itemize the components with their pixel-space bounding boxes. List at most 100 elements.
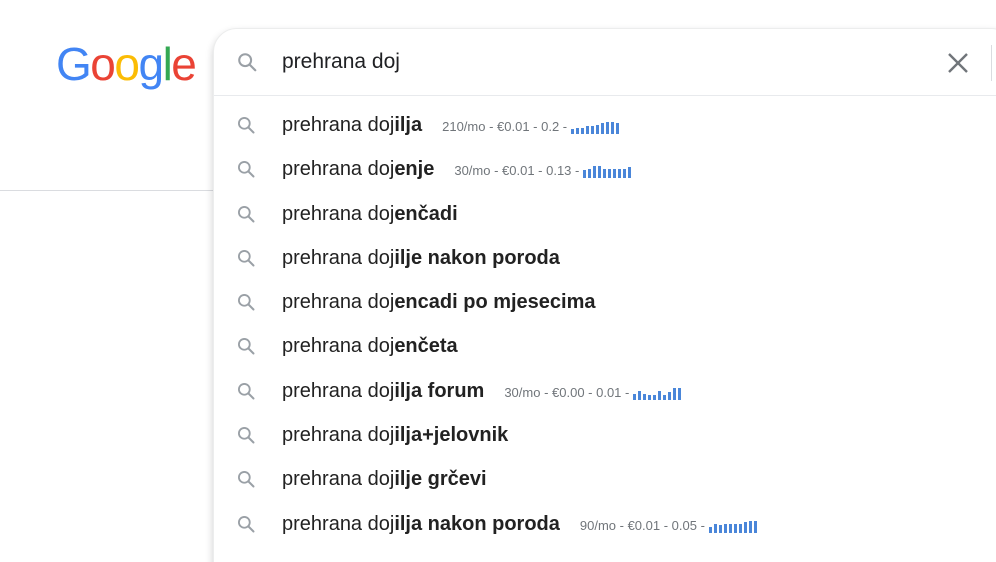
suggestion-completion: ilje grčevi [394,468,487,491]
suggestion-text: prehrana doj enčeta [282,335,458,358]
search-icon [236,115,256,135]
keyword-metrics: 30/mo - €0.00 - 0.01 - [504,385,683,400]
suggestion-item[interactable]: prehrana doj enčeta [214,324,996,368]
suggestion-prefix: prehrana doj [282,246,395,269]
trend-bar [713,523,717,533]
logo-letter: l [162,38,173,90]
keyword-metrics: 210/mo - €0.01 - 0.2 - [442,119,621,134]
trend-bar [591,126,595,134]
keyword-metrics-text: 30/mo - €0.01 - 0.13 - [454,163,580,179]
suggestion-item[interactable]: prehrana doj ilja forum 30/mo - €0.00 - 0.… [214,369,996,413]
trend-bar [733,523,737,533]
trend-bar [613,169,617,179]
trend-bar [606,122,610,134]
suggestion-item[interactable]: prehrana doj enčadi [214,192,996,236]
suggestion-text: prehrana doj enje 30/mo - €0.01 - 0.13 - [282,158,633,181]
trend-bar [723,523,727,533]
suggestion-item[interactable]: prehrana doj encadi po mjesecima [214,280,996,324]
keyword-metrics: 30/mo - €0.01 - 0.13 - [454,163,633,179]
trend-bar [571,129,575,134]
header-divider [0,190,230,191]
suggestion-text: prehrana doj enčadi [282,203,458,226]
trend-sparkline [708,520,757,533]
suggestion-item[interactable]: prehrana doj ilje nakon poroda [214,236,996,280]
logo-letter: g [138,38,164,90]
trend-bar [623,169,627,179]
search-box: prehrana dojilja210/mo - €0.01 - 0.2 -pr… [213,28,996,562]
trend-bar [668,391,672,400]
search-icon [236,248,256,268]
search-icon [236,469,256,489]
search-icon [236,159,256,179]
suggestion-prefix: prehrana doj [282,114,395,136]
keyword-metrics-text: 210/mo - €0.01 - 0.2 - [442,119,568,134]
suggestion-item[interactable]: prehrana doj ilja+jelovnik [214,413,996,457]
logo-letter: G [56,38,92,90]
trend-bar [601,123,605,134]
trend-bar [633,393,637,400]
close-icon[interactable] [944,49,972,77]
suggestion-prefix: prehrana doj [282,335,395,358]
search-icon [236,51,258,73]
suggestion-text: prehrana doj ilja 210/mo - €0.01 - 0.2 - [282,114,621,137]
trend-bar [608,169,612,179]
suggestion-item[interactable]: prehrana doj ilja 210/mo - €0.01 - 0.2 - [214,103,996,147]
suggestion-prefix: prehrana doj [282,158,395,181]
trend-bar [753,520,757,533]
trend-bar [588,169,592,179]
suggestion-item[interactable]: prehrana doj ilja nakon poroda 90/mo - €0.… [214,502,996,546]
trend-bar [576,128,580,134]
search-icon [236,381,256,401]
suggestion-completion: ilja nakon poroda [394,512,560,535]
suggestion-completion: ilja forum [394,379,485,402]
suggestion-completion: ilje nakon poroda [394,246,560,269]
trend-bar [738,523,742,533]
trend-bar [678,387,682,400]
suggestion-completion: ilja+jelovnik [394,424,509,447]
suggestion-completion: enčeta [394,335,458,358]
suggestion-prefix: prehrana doj [282,202,395,225]
divider [991,45,992,81]
trend-bar [581,128,585,134]
keyword-metrics: 90/mo - €0.01 - 0.05 - [580,518,759,533]
suggestion-prefix: prehrana doj [282,512,395,535]
suggestion-list: prehrana doj ilja 210/mo - €0.01 - 0.2 - pr… [214,103,996,546]
suggestion-completion: ilja [394,114,423,136]
trend-bar [643,393,647,400]
trend-bar [658,390,662,400]
trend-sparkline [583,166,632,179]
suggestion-text: prehrana doj ilje grčevi [282,468,487,491]
suggestion-text: prehrana doj ilja forum 30/mo - €0.00 - 0.… [282,380,683,403]
trend-bar [618,169,622,179]
suggestion-prefix: prehrana doj [282,379,395,402]
google-logo[interactable]: Google [56,38,197,90]
suggestion-completion: enčadi [394,202,458,225]
trend-bar [653,394,657,400]
logo-letter: o [114,38,140,90]
trend-bar [586,126,590,134]
trend-bar [673,387,677,400]
suggestion-completion: encadi po mjesecima [394,291,596,314]
suggestion-completion: enje [394,158,435,181]
trend-sparkline [571,122,620,134]
search-icon [236,204,256,224]
keyword-metrics-text: 90/mo - €0.01 - 0.05 - [579,517,705,533]
trend-bar [708,526,712,533]
trend-bar [648,394,652,400]
suggestion-text: prehrana doj ilja+jelovnik [282,424,508,447]
search-icon [236,514,256,534]
trend-bar [598,166,602,179]
trend-bar [596,125,600,134]
search-input[interactable] [282,47,882,77]
suggestion-item[interactable]: prehrana doj ilje grčevi [214,457,996,501]
page: Google prehrana dojilja210/mo - €0.01 - … [0,0,996,562]
trend-bar [616,123,620,134]
trend-bar [638,390,642,400]
suggestion-item[interactable]: prehrana doj enje 30/mo - €0.01 - 0.13 - [214,147,996,191]
trend-bar [628,167,632,179]
suggestion-text: prehrana doj encadi po mjesecima [282,291,596,314]
trend-bar [748,520,752,533]
trend-bar [593,166,597,179]
keyword-metrics-text: 30/mo - €0.00 - 0.01 - [504,384,630,400]
search-icon [236,336,256,356]
